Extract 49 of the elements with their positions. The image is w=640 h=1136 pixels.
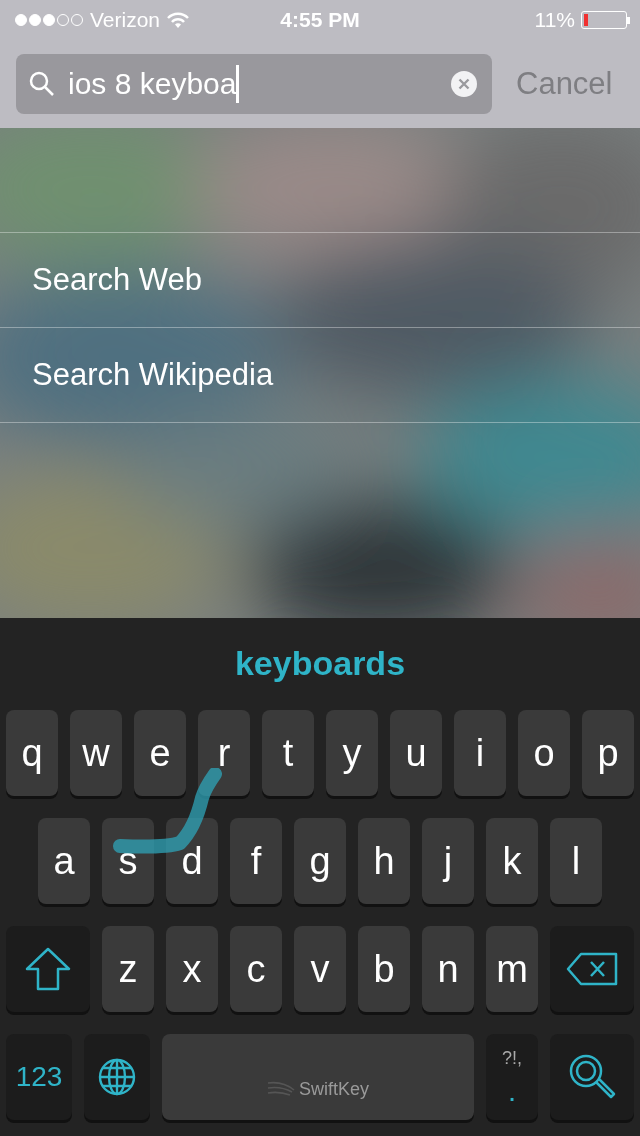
letter-key[interactable]: m: [486, 926, 538, 1012]
letter-key[interactable]: u: [390, 710, 442, 796]
battery-percent: 11%: [534, 8, 575, 32]
letter-key[interactable]: c: [230, 926, 282, 1012]
brand-label: SwiftKey: [299, 1078, 369, 1100]
letter-key[interactable]: r: [198, 710, 250, 796]
letter-key[interactable]: k: [486, 818, 538, 904]
letter-key[interactable]: o: [518, 710, 570, 796]
letter-key[interactable]: b: [358, 926, 410, 1012]
letter-key[interactable]: l: [550, 818, 602, 904]
battery-icon: [581, 11, 630, 29]
swoosh-icon: [267, 1080, 295, 1098]
signal-icon: [14, 13, 84, 27]
carrier-name: Verizon: [90, 8, 161, 32]
search-result[interactable]: Search Wikipedia: [0, 328, 640, 423]
backspace-icon: [566, 952, 618, 986]
shift-key[interactable]: [6, 926, 90, 1012]
search-key[interactable]: [550, 1034, 634, 1120]
letter-key[interactable]: h: [358, 818, 410, 904]
letter-key[interactable]: v: [294, 926, 346, 1012]
letter-key[interactable]: f: [230, 818, 282, 904]
word-suggestion[interactable]: keyboards: [0, 618, 640, 710]
letter-key[interactable]: a: [38, 818, 90, 904]
letter-key[interactable]: e: [134, 710, 186, 796]
arrow-up-icon: [25, 947, 71, 991]
letter-key[interactable]: x: [166, 926, 218, 1012]
letter-key[interactable]: n: [422, 926, 474, 1012]
numbers-key[interactable]: 123: [6, 1034, 72, 1120]
wifi-icon: [166, 11, 191, 29]
delete-key[interactable]: [550, 926, 634, 1012]
punctuation-label: ?!,: [502, 1048, 522, 1069]
letter-key[interactable]: w: [70, 710, 122, 796]
letter-key[interactable]: p: [582, 710, 634, 796]
letter-key[interactable]: g: [294, 818, 346, 904]
letter-key[interactable]: y: [326, 710, 378, 796]
search-icon: [28, 70, 56, 98]
clear-icon[interactable]: [450, 70, 478, 98]
letter-key[interactable]: z: [102, 926, 154, 1012]
letter-key[interactable]: i: [454, 710, 506, 796]
punctuation-key[interactable]: ?!, .: [486, 1034, 538, 1120]
globe-icon: [97, 1057, 137, 1097]
letter-key[interactable]: j: [422, 818, 474, 904]
clock-time: 4:55 PM: [280, 8, 360, 32]
period-label: .: [509, 1083, 515, 1106]
space-key[interactable]: SwiftKey: [162, 1034, 474, 1120]
letter-key[interactable]: q: [6, 710, 58, 796]
search-result[interactable]: Search Web: [0, 233, 640, 328]
globe-key[interactable]: [84, 1034, 150, 1120]
letter-key[interactable]: t: [262, 710, 314, 796]
